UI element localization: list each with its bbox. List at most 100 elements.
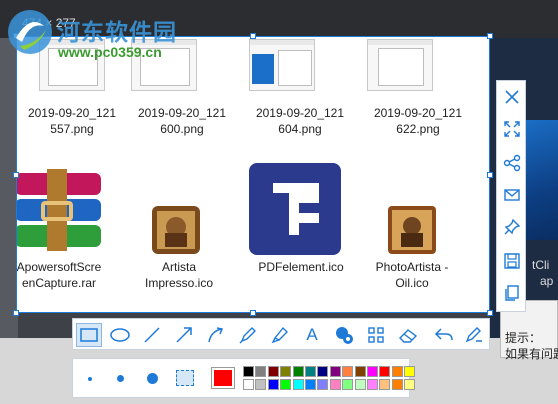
watermark-url: www.pc0359.cn — [58, 44, 162, 60]
undo-icon — [434, 328, 453, 341]
highlighter-tool-button[interactable] — [267, 323, 293, 347]
fullscreen-button[interactable] — [500, 117, 524, 141]
resize-handle[interactable] — [487, 172, 493, 178]
expand-icon — [504, 121, 520, 137]
side-toolbar — [496, 80, 526, 312]
resize-handle[interactable] — [13, 310, 19, 316]
ellipse-tool-button[interactable] — [107, 323, 133, 347]
color-swatch[interactable] — [391, 366, 403, 377]
color-swatch[interactable] — [379, 366, 391, 377]
number-tool-button[interactable] — [331, 323, 357, 347]
color-swatch[interactable] — [391, 379, 403, 390]
file-name: 600.png — [160, 122, 204, 136]
pin-button[interactable] — [500, 215, 524, 239]
color-swatch[interactable] — [305, 379, 316, 390]
rectangle-icon — [80, 328, 98, 342]
file-item[interactable]: PDFelement.ico — [241, 259, 361, 275]
edit-button[interactable] — [461, 323, 487, 347]
color-swatch[interactable] — [255, 366, 267, 377]
mail-icon — [504, 189, 520, 201]
file-name: 604.png — [278, 122, 322, 136]
file-name: ApowersoftScre — [16, 260, 102, 274]
email-button[interactable] — [500, 183, 524, 207]
arrow-tool-button[interactable] — [171, 323, 197, 347]
color-swatch[interactable] — [255, 379, 267, 390]
color-swatch[interactable] — [280, 366, 292, 377]
file-name: 622.png — [396, 122, 440, 136]
copy-button[interactable] — [500, 281, 524, 305]
style-subtoolbar — [72, 358, 416, 398]
color-swatch[interactable] — [280, 379, 292, 390]
color-swatch[interactable] — [354, 379, 366, 390]
resize-handle[interactable] — [250, 310, 256, 316]
file-item[interactable]: Artista Impresso.ico — [124, 259, 234, 291]
resize-handle[interactable] — [487, 310, 493, 316]
pin-icon — [504, 218, 521, 235]
color-swatch[interactable] — [342, 379, 354, 390]
text-tool-button[interactable]: A — [299, 323, 325, 347]
color-swatch[interactable] — [329, 366, 341, 377]
brush-size-small[interactable] — [88, 377, 92, 381]
background-partial-label: tCli — [532, 258, 550, 272]
eraser-tool-button[interactable] — [395, 323, 421, 347]
file-item[interactable]: ApowersoftScre enCapture.rar — [16, 259, 109, 291]
file-item[interactable]: 2019-09-20_121 600.png — [127, 105, 237, 137]
color-swatch[interactable] — [317, 366, 329, 377]
close-icon — [505, 90, 519, 104]
resize-handle[interactable] — [250, 33, 256, 39]
color-swatch[interactable] — [267, 366, 279, 377]
color-swatch[interactable] — [243, 379, 254, 390]
current-color-swatch[interactable] — [211, 367, 235, 389]
resize-handle[interactable] — [13, 172, 19, 178]
file-name: enCapture.rar — [21, 276, 97, 290]
save-button[interactable] — [500, 249, 524, 273]
brush-size-large[interactable] — [147, 373, 158, 384]
copy-icon — [505, 285, 519, 301]
brush-size-medium[interactable] — [117, 375, 124, 382]
blur-size-option[interactable] — [176, 370, 194, 386]
color-swatch[interactable] — [267, 379, 279, 390]
color-swatch[interactable] — [379, 379, 391, 390]
share-icon — [503, 154, 521, 172]
rectangle-tool-button[interactable] — [76, 323, 102, 347]
color-swatch[interactable] — [404, 366, 416, 377]
file-item[interactable]: 2019-09-20_121 557.png — [22, 105, 122, 137]
color-swatch[interactable] — [342, 366, 354, 377]
undo-button[interactable] — [431, 323, 457, 347]
close-button[interactable] — [500, 85, 524, 109]
eraser-icon — [399, 329, 418, 343]
artista-impresso-icon — [152, 206, 200, 254]
curved-arrow-tool-button[interactable] — [203, 323, 229, 347]
color-swatch[interactable] — [292, 379, 304, 390]
dialog-line: 提示： — [505, 331, 542, 345]
file-name: 2019-09-20_121 — [255, 106, 345, 120]
file-item[interactable]: PhotoArtista - Oil.ico — [357, 259, 467, 291]
capture-selection[interactable]: 2019-09-20_121 557.png 2019-09-20_121 60… — [16, 36, 490, 313]
resize-handle[interactable] — [487, 33, 493, 39]
file-item[interactable]: 2019-09-20_121 604.png — [245, 105, 355, 137]
color-swatch[interactable] — [404, 379, 416, 390]
mosaic-tool-button[interactable] — [363, 323, 389, 347]
color-swatch[interactable] — [305, 366, 316, 377]
file-name: 2019-09-20_121 — [373, 106, 463, 120]
photoartista-oil-icon — [388, 206, 436, 254]
share-button[interactable] — [500, 151, 524, 175]
pen-tool-button[interactable] — [235, 323, 261, 347]
color-swatch[interactable] — [292, 366, 304, 377]
file-name: Oil.ico — [395, 276, 429, 290]
file-name: 557.png — [50, 122, 94, 136]
file-item[interactable]: 2019-09-20_121 622.png — [363, 105, 473, 137]
color-swatch[interactable] — [367, 366, 378, 377]
color-swatch[interactable] — [317, 379, 329, 390]
edit-icon — [465, 327, 482, 343]
color-swatch[interactable] — [243, 366, 254, 377]
line-icon — [144, 327, 160, 343]
color-swatch[interactable] — [367, 379, 378, 390]
save-icon — [504, 253, 520, 269]
pen-icon — [239, 327, 256, 344]
color-swatch[interactable] — [354, 366, 366, 377]
highlighter-icon — [271, 326, 288, 344]
color-swatch[interactable] — [329, 379, 341, 390]
file-name: PDFelement.ico — [258, 260, 344, 274]
line-tool-button[interactable] — [139, 323, 165, 347]
